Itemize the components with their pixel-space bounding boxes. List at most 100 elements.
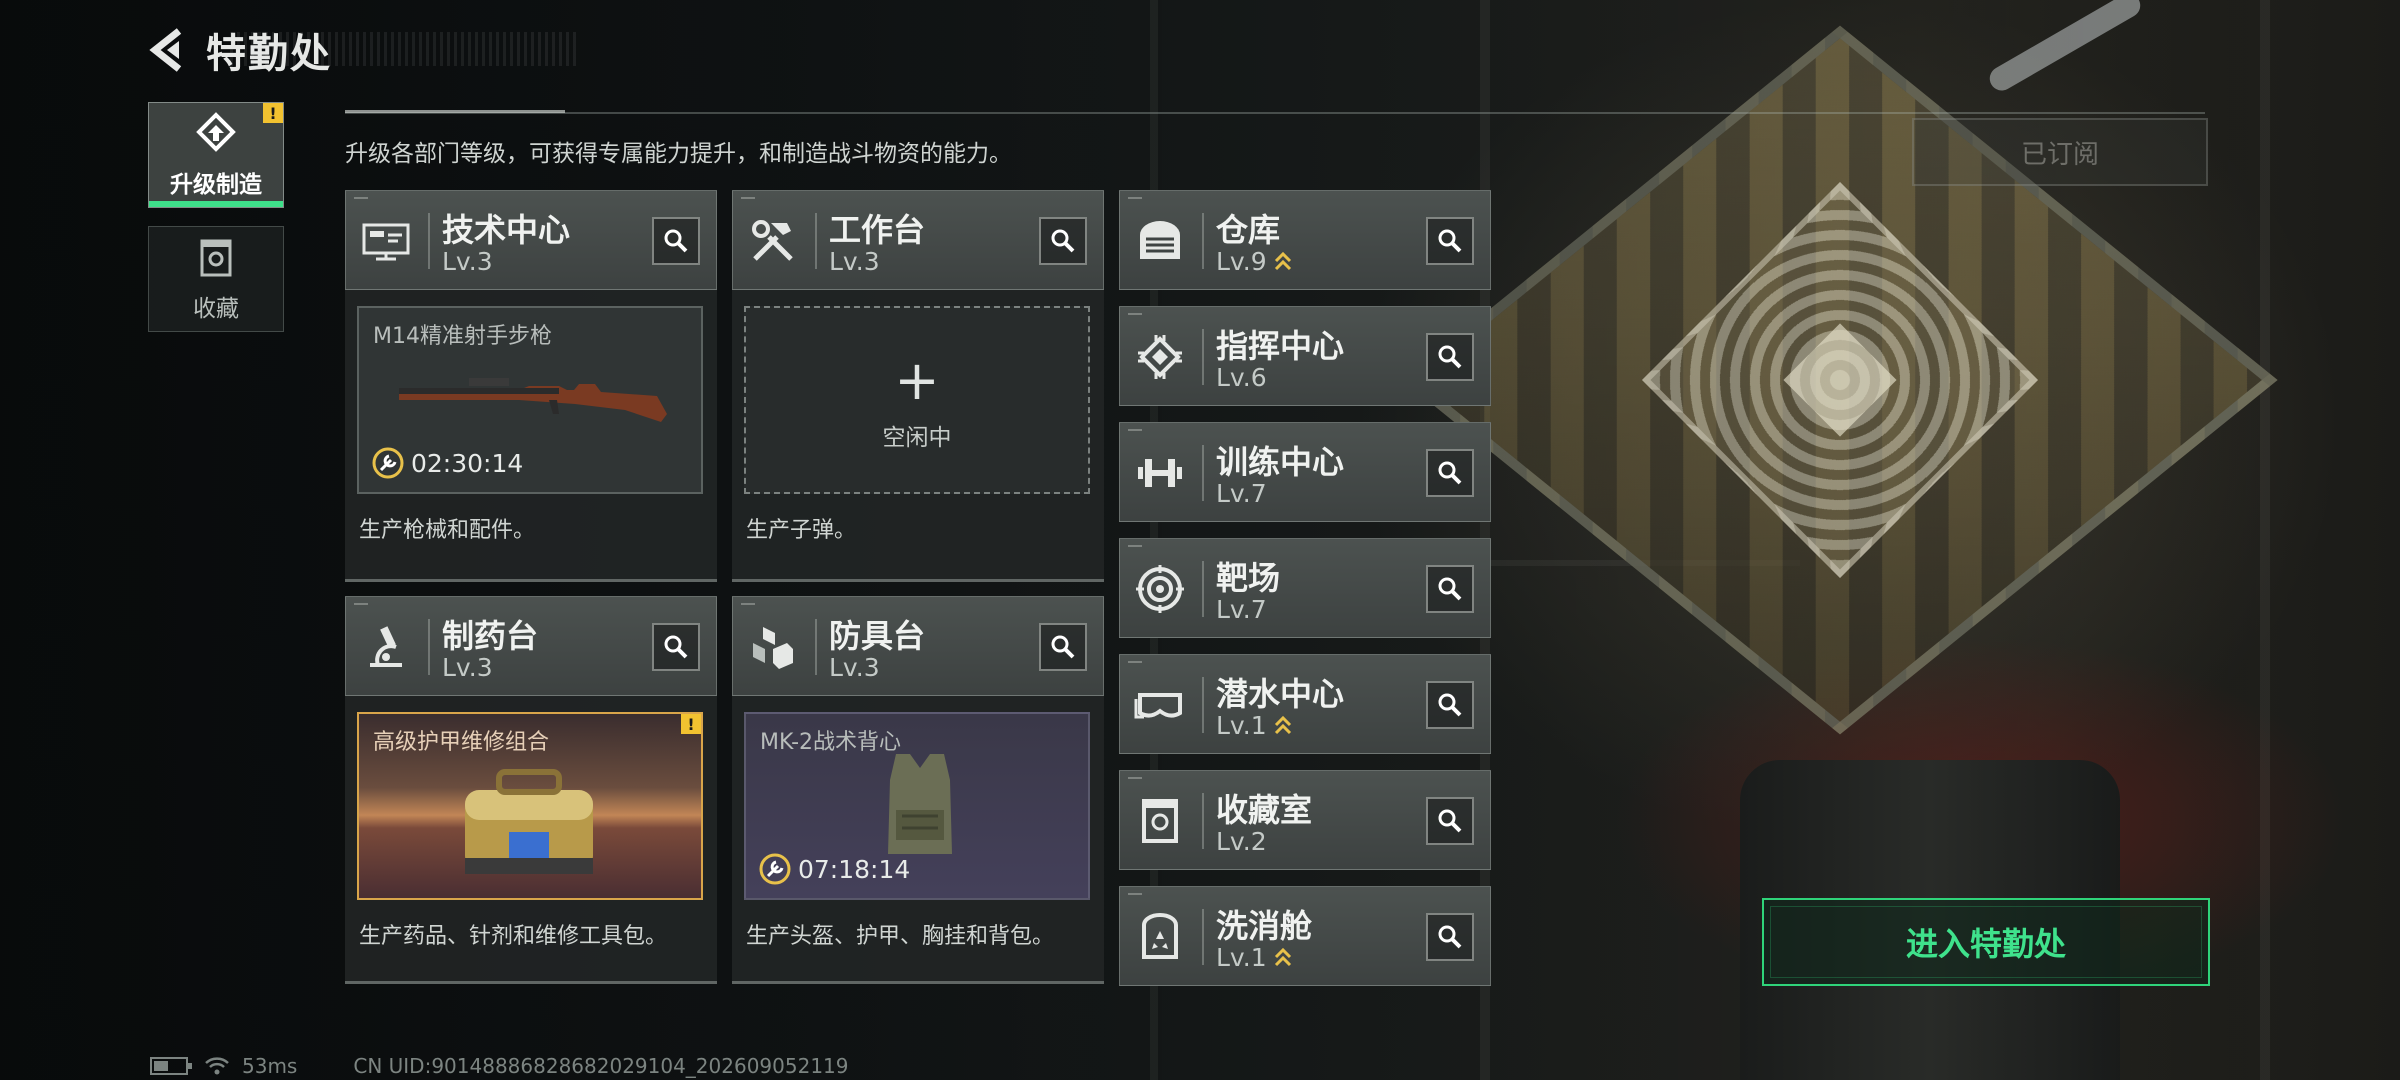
subscribe-button[interactable]: 已订阅 [1912,118,2208,186]
card-tech-center: 技术中心 Lv.3 M14精准射手步枪 02:30:14 生产枪械和配件。 [345,190,717,582]
armor-plates-icon [753,627,793,669]
search-icon [1438,345,1462,369]
divider-accent [345,110,565,113]
facility-level: Lv.1 [1216,943,1293,972]
idle-status: 空闲中 [882,425,952,451]
ping-text: 53ms [242,1054,298,1078]
department-level: Lv.3 [829,653,880,682]
facility-name: 靶场 [1216,559,1281,597]
facility-collection-room[interactable]: 收藏室 Lv.2 [1119,770,1491,870]
back-button[interactable] [146,25,192,75]
facility-level: Lv.1 [1216,711,1293,740]
tactical-vest-icon [888,754,952,854]
search-icon [1051,229,1075,253]
facility-name: 洗消舱 [1216,907,1313,945]
upgrade-craft-icon [196,112,236,152]
facility-shooting-range[interactable]: 靶场 Lv.7 [1119,538,1491,638]
inspect-button[interactable] [1426,565,1474,613]
level-text: Lv.2 [1216,827,1267,856]
battery-icon [150,1057,192,1075]
facility-level: Lv.6 [1216,363,1267,392]
facility-name: 潜水中心 [1216,675,1345,713]
card-bottom-line [732,579,1104,582]
card-header: 训练中心 Lv.7 [1119,422,1491,522]
garage-icon [1140,221,1180,259]
card-armor-bench: 防具台 Lv.3 MK-2战术背心 07:18:14 生产头盔、护甲、胸挂和背包… [732,596,1104,984]
search-icon [1051,635,1075,659]
level-text: Lv.3 [829,653,880,682]
card-header[interactable]: 防具台 Lv.3 [732,596,1104,696]
level-text: Lv.1 [1216,943,1267,972]
header-divider [1202,677,1204,733]
card-header: 洗消舱 Lv.1 [1119,886,1491,986]
microscope-icon [370,626,402,667]
inspect-button[interactable] [1039,623,1087,671]
facility-name: 仓库 [1216,211,1281,249]
production-slot[interactable]: M14精准射手步枪 02:30:14 [357,306,703,494]
upgrade-chevrons-icon [1274,715,1291,734]
level-text: Lv.7 [1216,479,1267,508]
monitor-icon [362,223,410,261]
card-header: 收藏室 Lv.2 [1119,770,1491,870]
inspect-button[interactable] [652,217,700,265]
facility-command-center[interactable]: 指挥中心 Lv.6 [1119,306,1491,406]
card-header: 指挥中心 Lv.6 [1119,306,1491,406]
inspect-button[interactable] [1426,913,1474,961]
inspect-button[interactable] [1426,681,1474,729]
facility-name: 指挥中心 [1216,327,1345,365]
nav-item-collection[interactable]: 收藏 [148,226,284,332]
facility-level: Lv.9 [1216,247,1293,276]
facility-warehouse[interactable]: 仓库 Lv.9 [1119,190,1491,290]
idle-production-slot[interactable]: + 空闲中 [744,306,1090,494]
search-icon [1438,925,1462,949]
production-slot[interactable]: 高级护甲维修组合 ! [357,712,703,900]
wrench-timer-icon [372,447,404,479]
department-name: 制药台 [442,617,539,655]
facility-level: Lv.7 [1216,595,1267,624]
enter-special-ops-button[interactable]: 进入特勤处 [1762,898,2210,986]
header: 特勤处 [146,18,332,82]
search-icon [1438,461,1462,485]
alert-badge: ! [263,103,283,123]
card-header: 仓库 Lv.9 [1119,190,1491,290]
inspect-button[interactable] [1426,797,1474,845]
department-level: Lv.3 [829,247,880,276]
chip-icon [1138,335,1182,379]
facility-diving-center[interactable]: 潜水中心 Lv.1 [1119,654,1491,754]
inspect-button[interactable] [1039,217,1087,265]
header-divider [1202,561,1204,617]
facility-decon-chamber[interactable]: 洗消舱 Lv.1 [1119,886,1491,986]
card-bottom-line [732,981,1104,984]
level-text: Lv.7 [1216,595,1267,624]
production-timer: 07:18:14 [758,852,910,886]
card-header[interactable]: 技术中心 Lv.3 [345,190,717,290]
header-divider [1202,909,1204,965]
card-header[interactable]: 工作台 Lv.3 [732,190,1104,290]
display-case-icon [1142,799,1178,843]
inspect-button[interactable] [1426,449,1474,497]
level-text: Lv.9 [1216,247,1267,276]
nav-item-upgrade-craft[interactable]: 升级制造 ! [148,102,284,208]
upgrade-chevrons-icon [1274,251,1291,270]
back-arrow-icon [149,28,182,72]
level-text: Lv.3 [829,247,880,276]
department-level: Lv.3 [442,247,493,276]
department-name: 防具台 [829,617,926,655]
card-bottom-line [345,981,717,984]
production-slot[interactable]: MK-2战术背心 07:18:14 [744,712,1090,900]
dumbbell-icon [1138,459,1182,487]
header-divider [815,213,817,269]
card-description: 生产头盔、护甲、胸挂和背包。 [746,924,1055,949]
facility-training-center[interactable]: 训练中心 Lv.7 [1119,422,1491,522]
card-header[interactable]: 制药台 Lv.3 [345,596,717,696]
inspect-button[interactable] [652,623,700,671]
tools-icon [752,220,793,261]
header-divider [1202,329,1204,385]
inspect-button[interactable] [1426,333,1474,381]
nav-label: 升级制造 [170,172,262,198]
page-description: 升级各部门等级，可获得专属能力提升，和制造战斗物资的能力。 [345,141,1012,167]
inspect-button[interactable] [1426,217,1474,265]
nav-label: 收藏 [193,296,239,322]
header-divider [1202,213,1204,269]
facility-level: Lv.7 [1216,479,1267,508]
